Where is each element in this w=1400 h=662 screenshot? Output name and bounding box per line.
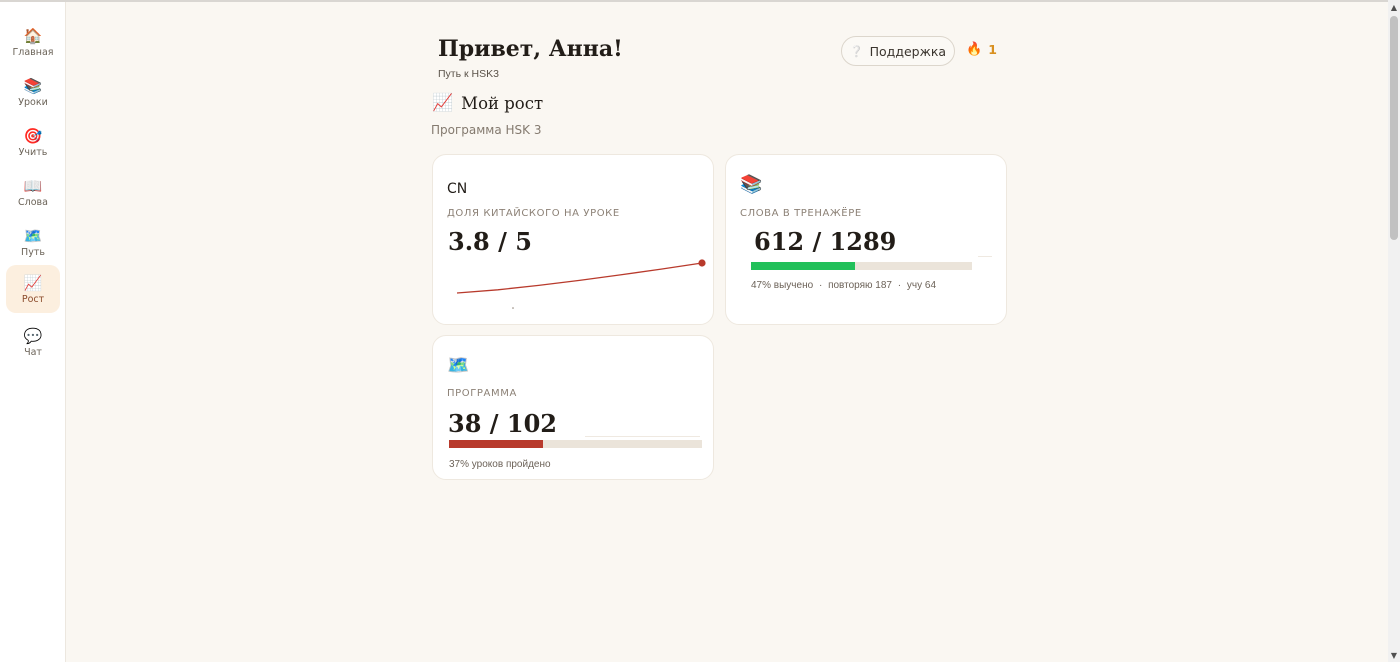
- question-icon: ❔: [849, 44, 864, 58]
- sidebar: 🏠 Главная 📚 Уроки 🎯 Учить 📖 Слова 🗺️ Пут…: [0, 2, 66, 662]
- sidebar-item-lessons[interactable]: 📚 Уроки: [6, 68, 60, 116]
- words-progress-fill: [751, 262, 855, 270]
- section-title-text: Мой рост: [461, 93, 544, 113]
- sidebar-item-label: Учить: [18, 146, 48, 158]
- sidebar-item-learn[interactable]: 🎯 Учить: [6, 118, 60, 166]
- card-value: 3.8 / 5: [448, 227, 532, 256]
- books-icon: 📚: [23, 76, 43, 95]
- books-icon: 📚: [740, 174, 763, 195]
- separator: ·: [897, 280, 902, 291]
- map-icon: 🗺️: [447, 355, 470, 376]
- card-label: ПРОГРАММА: [447, 388, 517, 399]
- program-card: 🗺️ ПРОГРАММА 38 / 102 37% уроков пройден…: [432, 335, 714, 480]
- sidebar-item-label: Путь: [21, 246, 45, 258]
- sidebar-item-growth[interactable]: 📈 Рост: [6, 265, 60, 313]
- cn-badge: CN: [447, 181, 468, 197]
- program-label: Программа HSK 3: [431, 123, 542, 137]
- page-subtitle: Путь к HSK3: [438, 68, 499, 80]
- divider: [978, 256, 992, 257]
- separator: ·: [818, 280, 823, 291]
- streak-counter: 🔥 1: [966, 42, 997, 57]
- streak-count: 1: [988, 42, 997, 57]
- review-count: повторяю 187: [828, 280, 892, 291]
- program-progress-track: [449, 440, 702, 448]
- sidebar-item-label: Рост: [21, 293, 45, 305]
- scroll-up-arrow-icon[interactable]: ▲: [1388, 2, 1400, 14]
- top-border: [0, 0, 1388, 2]
- sidebar-item-label: Чат: [24, 346, 42, 358]
- sidebar-item-label: Уроки: [18, 96, 48, 108]
- fire-icon: 🔥: [966, 42, 983, 57]
- support-button[interactable]: ❔ Поддержка: [841, 36, 955, 66]
- sidebar-item-label: Слова: [18, 196, 48, 208]
- learning-count: учу 64: [906, 280, 937, 291]
- home-icon: 🏠: [23, 26, 43, 45]
- learned-count: 47% выучено: [751, 280, 814, 291]
- card-label: СЛОВА В ТРЕНАЖЁРЕ: [740, 208, 862, 219]
- scroll-thumb[interactable]: [1390, 16, 1398, 240]
- program-progress-fill: [449, 440, 543, 448]
- words-progress-note: 47% выучено · повторяю 187 · учу 64: [751, 280, 936, 291]
- target-icon: 🎯: [23, 126, 43, 145]
- trend-marker: [512, 307, 514, 309]
- card-value: 38 / 102: [448, 409, 557, 438]
- sidebar-item-path[interactable]: 🗺️ Путь: [6, 218, 60, 266]
- trend-line: [456, 262, 703, 294]
- card-label: ДОЛЯ КИТАЙСКОГО НА УРОКЕ: [447, 208, 620, 219]
- chart-increasing-icon: 📈: [23, 273, 43, 292]
- chinese-share-card: CN ДОЛЯ КИТАЙСКОГО НА УРОКЕ 3.8 / 5: [432, 154, 714, 325]
- map-icon: 🗺️: [23, 226, 43, 245]
- trend-chart: [456, 259, 706, 309]
- support-button-label: Поддержка: [869, 43, 947, 59]
- program-progress-note: 37% уроков пройдено: [449, 459, 551, 470]
- sidebar-item-label: Главная: [12, 46, 54, 58]
- sidebar-item-home[interactable]: 🏠 Главная: [6, 18, 60, 66]
- sidebar-item-words[interactable]: 📖 Слова: [6, 168, 60, 216]
- open-book-icon: 📖: [23, 176, 43, 195]
- divider: [585, 436, 700, 437]
- section-title: 📈 Мой рост: [432, 93, 543, 113]
- words-progress-track: [751, 262, 972, 270]
- card-value: 612 / 1289: [754, 227, 897, 256]
- trend-last-point: [698, 259, 706, 267]
- speech-bubble-icon: 💬: [23, 326, 43, 345]
- page-title: Привет, Анна!: [438, 36, 623, 62]
- scrollbar[interactable]: ▲ ▼: [1388, 0, 1400, 662]
- sidebar-item-chat[interactable]: 💬 Чат: [6, 318, 60, 366]
- scroll-down-arrow-icon[interactable]: ▼: [1388, 650, 1400, 662]
- trainer-words-card: 📚 СЛОВА В ТРЕНАЖЁРЕ 612 / 1289 47% выуче…: [725, 154, 1007, 325]
- chart-increasing-icon: 📈: [432, 93, 454, 113]
